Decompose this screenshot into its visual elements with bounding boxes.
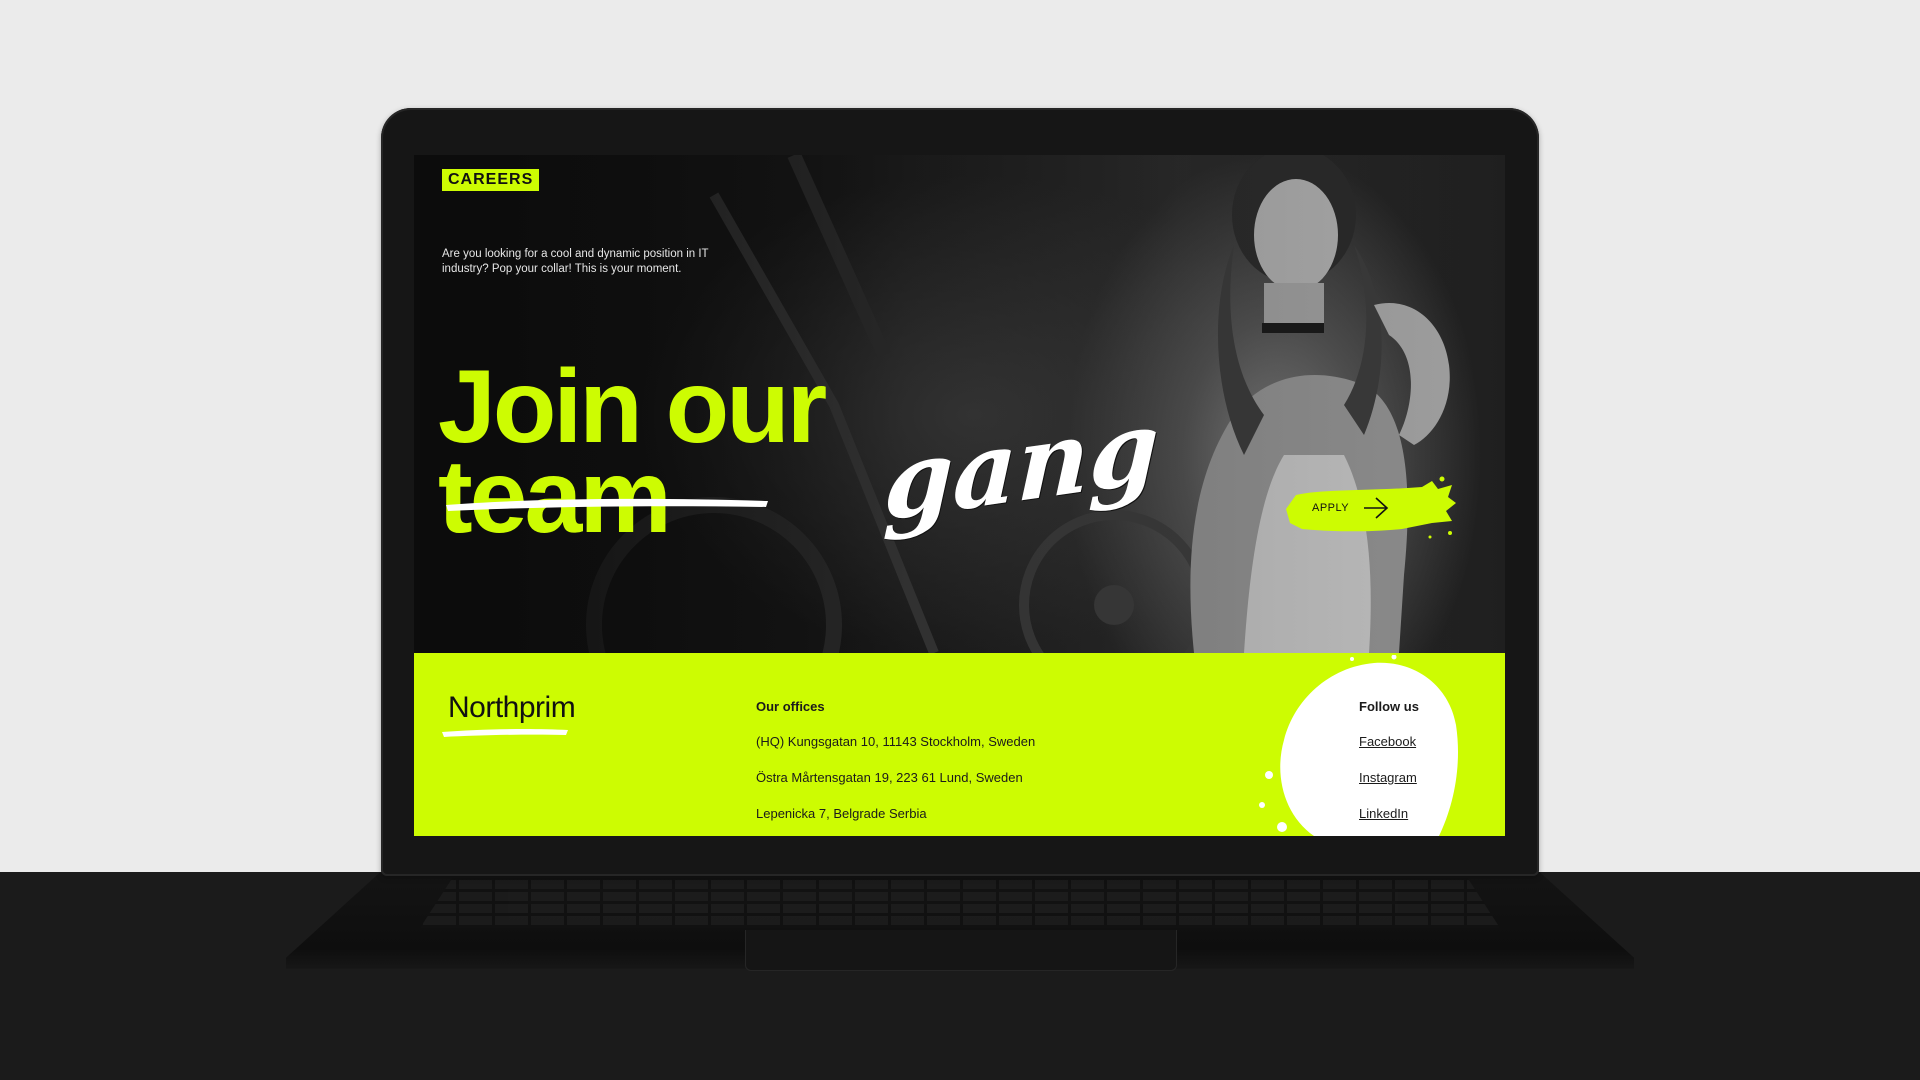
hero-section: CAREERS Are you looking for a cool and d… <box>414 155 1505 653</box>
site-footer: Northprim Our offices (HQ) Kungsgatan 10… <box>414 653 1505 836</box>
strikethrough-brush <box>446 498 768 511</box>
follow-us-title: Follow us <box>1359 699 1419 714</box>
hero-intro-text: Are you looking for a cool and dynamic p… <box>442 248 709 275</box>
laptop-keyboard <box>420 878 1500 928</box>
social-link-instagram[interactable]: Instagram <box>1359 770 1417 785</box>
office-address: Lepenicka 7, Belgrade Serbia <box>756 806 927 821</box>
logo-brush-underline <box>442 728 568 737</box>
apply-label: APPLY <box>1312 502 1350 514</box>
office-address: Östra Mårtensgatan 19, 223 61 Lund, Swed… <box>756 770 1023 785</box>
office-address: (HQ) Kungsgatan 10, 11143 Stockholm, Swe… <box>756 734 1036 749</box>
careers-tag: CAREERS <box>442 169 540 191</box>
social-link-linkedin[interactable]: LinkedIn <box>1359 806 1408 821</box>
laptop-screen: CAREERS Are you looking for a cool and d… <box>414 155 1505 836</box>
offices-title: Our offices <box>756 699 825 714</box>
apply-button[interactable]: APPLY <box>1286 476 1456 539</box>
arrow-right-icon <box>1364 497 1389 519</box>
social-link-facebook[interactable]: Facebook <box>1359 734 1416 749</box>
laptop-trackpad <box>745 930 1177 971</box>
brand-logo[interactable]: Northprim <box>448 691 576 725</box>
white-paint-splash <box>1259 655 1459 836</box>
